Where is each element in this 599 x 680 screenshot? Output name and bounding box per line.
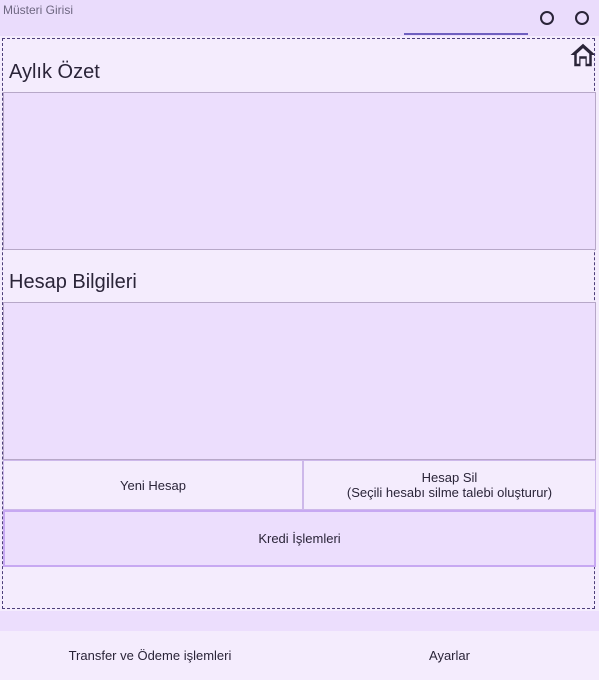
bottom-nav: Transfer ve Ödeme işlemleri Ayarlar bbox=[0, 631, 599, 680]
delete-account-hint: (Seçili hesabı silme talebi oluşturur) bbox=[346, 485, 553, 500]
window-title: Müsteri Girisi bbox=[3, 3, 74, 17]
circle-button-2[interactable] bbox=[575, 11, 589, 25]
monthly-summary-area bbox=[3, 92, 596, 250]
credit-operations-label: Kredi İşlemleri bbox=[258, 531, 341, 546]
transfer-payments-label: Transfer ve Ödeme işlemleri bbox=[68, 648, 232, 663]
circle-button-1[interactable] bbox=[540, 11, 554, 25]
credit-operations-button[interactable]: Kredi İşlemleri bbox=[3, 510, 596, 567]
transfer-payments-nav[interactable]: Transfer ve Ödeme işlemleri bbox=[0, 631, 300, 680]
title-bar: Müsteri Girisi bbox=[0, 0, 599, 36]
delete-account-button[interactable]: Hesap Sil (Seçili hesabı silme talebi ol… bbox=[303, 460, 596, 510]
titlebar-underline bbox=[404, 33, 528, 35]
settings-label: Ayarlar bbox=[429, 648, 470, 663]
bottom-separator bbox=[0, 611, 599, 631]
monthly-summary-title: Aylık Özet bbox=[9, 61, 100, 83]
settings-nav[interactable]: Ayarlar bbox=[300, 631, 599, 680]
delete-account-label: Hesap Sil bbox=[421, 470, 478, 485]
account-info-area bbox=[3, 302, 596, 460]
new-account-button[interactable]: Yeni Hesap bbox=[3, 460, 303, 510]
new-account-label: Yeni Hesap bbox=[119, 477, 186, 493]
account-info-title: Hesap Bilgileri bbox=[9, 271, 137, 293]
